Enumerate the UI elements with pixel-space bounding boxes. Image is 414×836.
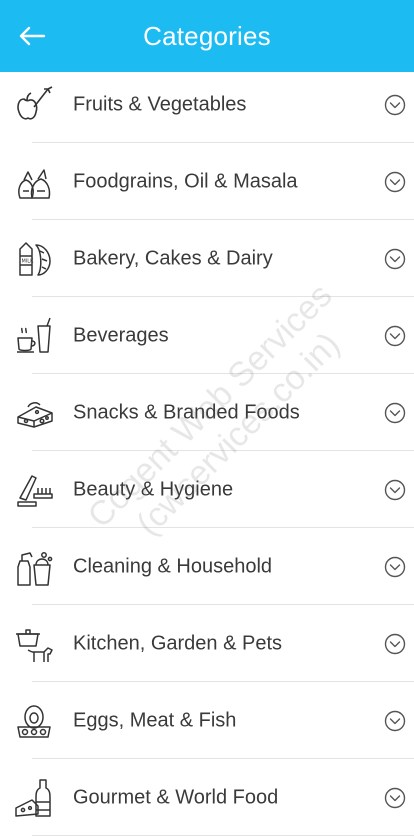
foodgrains-icon (18, 168, 51, 199)
category-row[interactable]: Eggs, Meat & Fish (0, 682, 414, 759)
category-row[interactable]: Gourmet & World Food (0, 759, 414, 836)
chevron-down-icon[interactable] (384, 787, 406, 809)
kitchen-garden-pets-icon (16, 628, 53, 662)
svg-text:MILK: MILK (22, 258, 35, 264)
app-header: Categories (0, 0, 414, 72)
category-row[interactable]: Fruits & Vegetables (0, 66, 414, 143)
fruits-vegetables-icon (17, 85, 53, 120)
category-label: Eggs, Meat & Fish (73, 709, 237, 731)
beverages-icon (17, 317, 51, 353)
category-row[interactable]: Snacks & Branded Foods (0, 374, 414, 451)
chevron-down-icon[interactable] (384, 171, 406, 193)
chevron-down-icon[interactable] (384, 710, 406, 732)
category-label: Bakery, Cakes & Dairy (73, 247, 273, 269)
chevron-down-icon[interactable] (384, 248, 406, 270)
cleaning-household-icon (17, 551, 53, 586)
category-label: Beverages (73, 324, 169, 346)
category-label: Beauty & Hygiene (73, 478, 234, 500)
category-label: Gourmet & World Food (73, 786, 279, 808)
chevron-down-icon[interactable] (384, 479, 406, 501)
category-list: Fruits & Vegetables Foodgrains, Oil & Ma… (0, 66, 414, 836)
category-label: Fruits & Vegetables (73, 93, 247, 115)
chevron-down-icon[interactable] (384, 556, 406, 578)
category-label: Kitchen, Garden & Pets (73, 632, 283, 654)
bakery-dairy-icon: MILK (19, 241, 51, 276)
page-title: Categories (143, 20, 271, 51)
chevron-down-icon[interactable] (384, 402, 406, 424)
category-row[interactable]: Cleaning & Household (0, 528, 414, 605)
chevron-down-icon[interactable] (384, 94, 406, 116)
snacks-icon (17, 401, 53, 428)
category-row[interactable]: MILK Bakery, Cakes & Dairy (0, 220, 414, 297)
category-row[interactable]: Beauty & Hygiene (0, 451, 414, 528)
category-label: Foodgrains, Oil & Masala (73, 170, 298, 192)
category-label: Cleaning & Household (73, 555, 273, 577)
gourmet-world-food-icon (15, 778, 51, 817)
category-row[interactable]: Kitchen, Garden & Pets (0, 605, 414, 682)
beauty-hygiene-icon (17, 474, 53, 507)
category-row[interactable]: Beverages (0, 297, 414, 374)
chevron-down-icon[interactable] (384, 633, 406, 655)
chevron-down-icon[interactable] (384, 325, 406, 347)
eggs-meat-fish-icon (17, 704, 51, 738)
category-row[interactable]: Foodgrains, Oil & Masala (0, 143, 414, 220)
category-label: Snacks & Branded Foods (73, 401, 300, 423)
